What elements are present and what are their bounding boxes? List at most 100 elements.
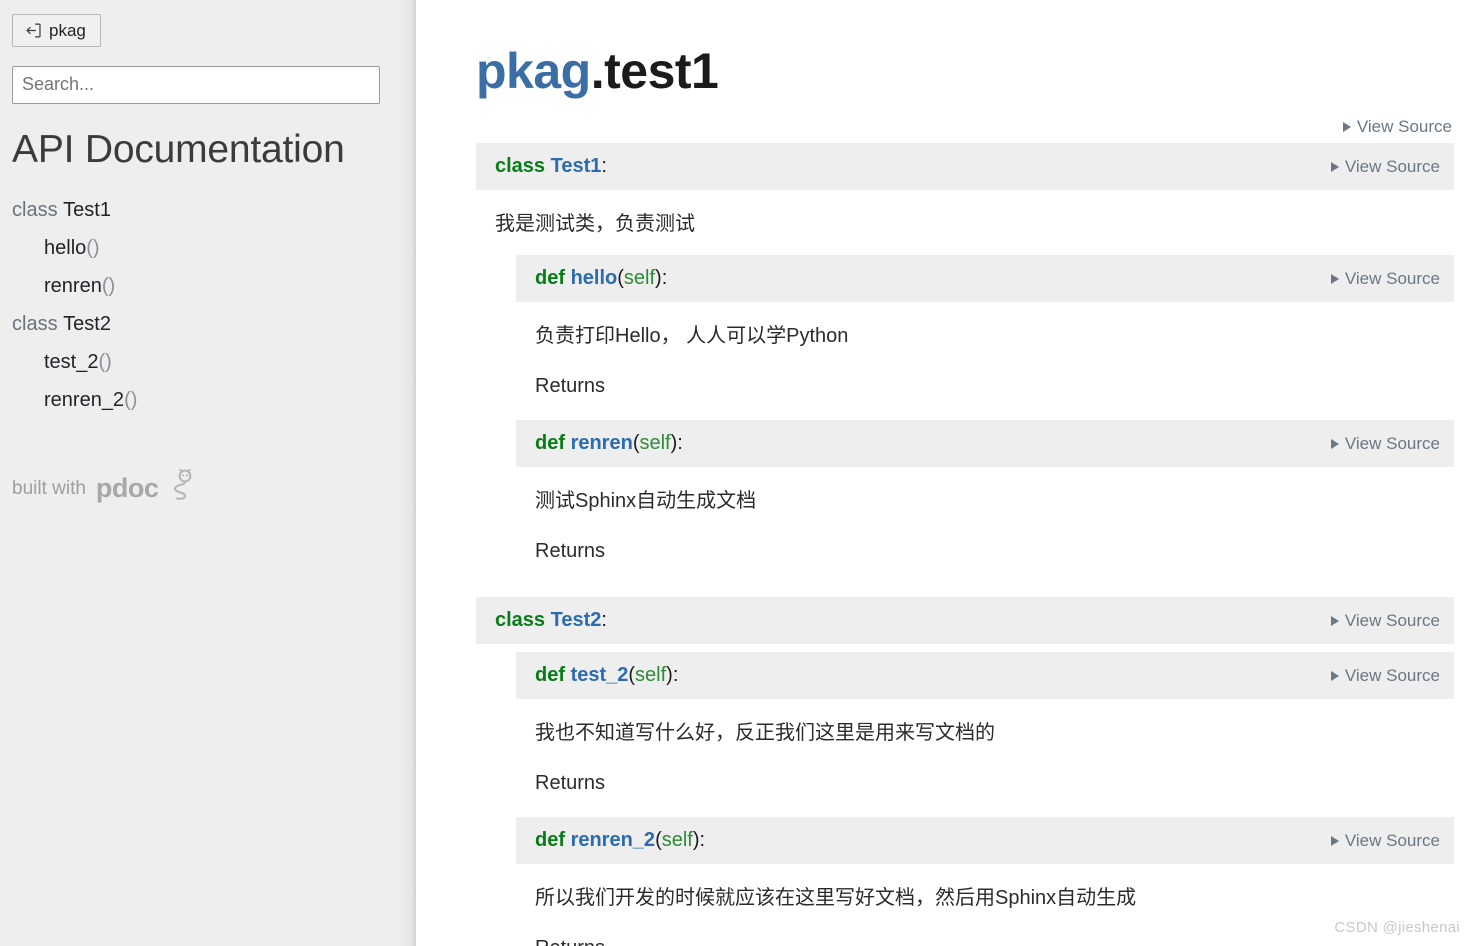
def-keyword: def bbox=[535, 267, 565, 289]
triangle-right-icon bbox=[1342, 122, 1351, 132]
pdoc-brand-label: pdoc bbox=[95, 473, 159, 504]
method-docstring: 负责打印Hello， 人人可以学Python bbox=[535, 325, 849, 347]
method-signature-renren: def renren(self): bbox=[535, 432, 683, 454]
sidebar-class-name: Test2 bbox=[63, 312, 111, 335]
sidebar-item-hello[interactable]: hello() bbox=[12, 229, 400, 267]
method-docstring: 所以我们开发的时候就应该在这里写好文档，然后用Sphinx自动生成 bbox=[535, 887, 1137, 909]
method-params: self bbox=[639, 432, 671, 454]
class-name: Test2 bbox=[550, 609, 602, 631]
method-doc-renren-2: 所以我们开发的时候就应该在这里写好文档，然后用Sphinx自动生成 Return… bbox=[516, 864, 1454, 946]
method-section-test-2: def test_2(self): View Source 我也不知道写什么好，… bbox=[516, 652, 1454, 817]
back-to-pkag-button[interactable]: pkag bbox=[12, 14, 101, 47]
sidebar-class-keyword: class bbox=[12, 312, 58, 335]
view-source-label: View Source bbox=[1344, 156, 1440, 176]
box-arrow-in-left-icon bbox=[25, 22, 42, 39]
class-section-test2: class Test2: View Source def test_2(self… bbox=[476, 597, 1454, 946]
sidebar-link-hello[interactable]: hello() bbox=[44, 237, 100, 259]
method-view-source-link-test-2[interactable]: View Source bbox=[1330, 665, 1440, 686]
sidebar-link-class-test2[interactable]: class Test2 bbox=[12, 313, 111, 335]
view-source-label: View Source bbox=[1344, 830, 1440, 850]
triangle-right-icon bbox=[1330, 835, 1339, 846]
sidebar-link-renren[interactable]: renren() bbox=[44, 275, 115, 297]
class-view-source-link-test1[interactable]: View Source bbox=[1330, 156, 1440, 177]
sidebar-item-class-test2[interactable]: class Test2 bbox=[12, 305, 400, 343]
sidebar-item-renren-2[interactable]: renren_2() bbox=[12, 381, 400, 419]
method-name: renren bbox=[570, 432, 633, 454]
sidebar-func-name: renren bbox=[44, 274, 102, 297]
sidebar-item-test-2[interactable]: test_2() bbox=[12, 343, 400, 381]
method-doc-hello: 负责打印Hello， 人人可以学Python Returns bbox=[516, 302, 1454, 420]
method-doc-renren: 测试Sphinx自动生成文档 Returns bbox=[516, 467, 1454, 585]
module-view-source-link[interactable]: View Source bbox=[1342, 117, 1452, 137]
sidebar-link-test-2[interactable]: test_2() bbox=[44, 351, 112, 373]
sidebar-item-renren[interactable]: renren() bbox=[12, 267, 400, 305]
class-keyword: class bbox=[495, 609, 546, 631]
sidebar-item-class-test1[interactable]: class Test1 bbox=[12, 191, 400, 229]
method-signature-row-test-2: def test_2(self): View Source bbox=[516, 652, 1454, 699]
view-source-label: View Source bbox=[1344, 268, 1440, 288]
class-view-source-link-test2[interactable]: View Source bbox=[1330, 610, 1440, 631]
sidebar-func-name: renren_2 bbox=[44, 388, 125, 411]
method-name: renren_2 bbox=[570, 829, 656, 851]
method-name: test_2 bbox=[570, 664, 629, 686]
method-returns-label: Returns bbox=[535, 772, 606, 794]
built-with-label: built with bbox=[12, 477, 86, 499]
class-signature-row-test2: class Test2: View Source bbox=[476, 597, 1454, 644]
def-keyword: def bbox=[535, 829, 565, 851]
method-section-renren: def renren(self): View Source 测试Sphinx自动… bbox=[516, 420, 1454, 585]
triangle-right-icon bbox=[1330, 670, 1339, 681]
sidebar-func-name: test_2 bbox=[44, 350, 99, 373]
method-view-source-link-hello[interactable]: View Source bbox=[1330, 268, 1440, 289]
pdoc-snake-icon bbox=[168, 468, 198, 509]
sidebar-func-name: hello bbox=[44, 236, 87, 259]
main-content: pkag.test1 View Source class Test1: View… bbox=[416, 0, 1478, 946]
method-params: self bbox=[635, 664, 667, 686]
class-signature-row-test1: class Test1: View Source bbox=[476, 143, 1454, 190]
method-colon: : bbox=[677, 432, 683, 454]
class-signature-test2: class Test2: bbox=[495, 609, 607, 632]
method-returns-label: Returns bbox=[535, 540, 606, 562]
class-keyword: class bbox=[495, 155, 546, 177]
method-view-source-link-renren-2[interactable]: View Source bbox=[1330, 830, 1440, 851]
sidebar-nav: class Test1 hello() renren() class Test2… bbox=[12, 191, 400, 419]
view-source-label: View Source bbox=[1344, 610, 1440, 630]
class-methods-test2: def test_2(self): View Source 我也不知道写什么好，… bbox=[476, 652, 1454, 946]
method-doc-test-2: 我也不知道写什么好，反正我们这里是用来写文档的 Returns bbox=[516, 699, 1454, 817]
def-keyword: def bbox=[535, 664, 565, 686]
method-signature-test-2: def test_2(self): bbox=[535, 664, 679, 686]
class-methods-test1: def hello(self): View Source 负责打印Hello， … bbox=[476, 255, 1454, 585]
page-title: pkag.test1 bbox=[476, 44, 1454, 99]
sidebar-func-parens: () bbox=[101, 274, 116, 297]
view-source-label: View Source bbox=[1344, 665, 1440, 685]
method-signature-row-renren: def renren(self): View Source bbox=[516, 420, 1454, 467]
sidebar-link-renren-2[interactable]: renren_2() bbox=[44, 389, 137, 411]
search-input[interactable] bbox=[12, 66, 380, 104]
view-source-label: View Source bbox=[1344, 433, 1440, 453]
method-params: self bbox=[661, 829, 693, 851]
method-signature-hello: def hello(self): bbox=[535, 267, 668, 289]
page-root: pkag API Documentation class Test1 hello… bbox=[0, 0, 1478, 946]
method-signature-row-hello: def hello(self): View Source bbox=[516, 255, 1454, 302]
sidebar-link-class-test1[interactable]: class Test1 bbox=[12, 199, 111, 221]
method-signature-renren-2: def renren_2(self): bbox=[535, 829, 706, 851]
method-section-hello: def hello(self): View Source 负责打印Hello， … bbox=[516, 255, 1454, 420]
method-view-source-link-renren[interactable]: View Source bbox=[1330, 433, 1440, 454]
sidebar: pkag API Documentation class Test1 hello… bbox=[0, 0, 416, 946]
page-title-module: pkag bbox=[476, 43, 591, 99]
sidebar-class-name: Test1 bbox=[63, 198, 111, 221]
page-title-separator: . bbox=[590, 43, 605, 99]
class-doc-test1: 我是测试类，负责测试 bbox=[476, 190, 1454, 239]
triangle-right-icon bbox=[1330, 615, 1339, 626]
module-view-source-row: View Source bbox=[476, 117, 1454, 137]
method-colon: : bbox=[661, 267, 668, 289]
method-signature-row-renren-2: def renren_2(self): View Source bbox=[516, 817, 1454, 864]
page-title-leaf: test1 bbox=[604, 43, 719, 99]
class-section-test1: class Test1: View Source 我是测试类，负责测试 def … bbox=[476, 143, 1454, 585]
class-docstring: 我是测试类，负责测试 bbox=[495, 213, 695, 235]
back-button-label: pkag bbox=[49, 21, 86, 40]
class-colon: : bbox=[601, 609, 607, 631]
def-keyword: def bbox=[535, 432, 565, 454]
sidebar-func-parens: () bbox=[124, 388, 138, 411]
class-name: Test1 bbox=[550, 155, 602, 177]
built-with-footer[interactable]: built with pdoc bbox=[12, 468, 400, 509]
